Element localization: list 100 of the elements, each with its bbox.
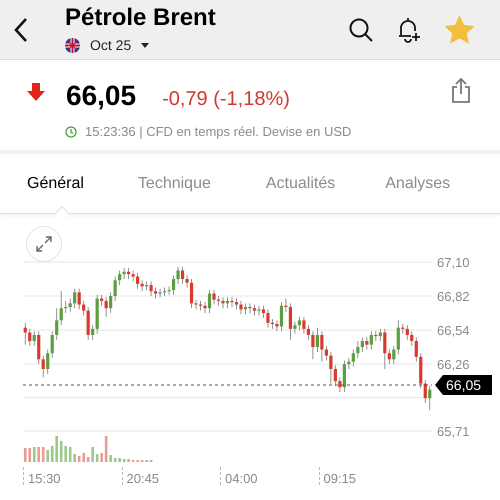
candlestick [78,288,81,310]
candlestick [136,272,140,290]
candlestick [172,274,176,296]
candlestick [42,355,45,378]
expand-icon [35,235,53,253]
candlestick [329,352,332,384]
time-axis-label: 20:45 [126,472,160,485]
candlestick [410,330,414,346]
share-icon[interactable] [450,78,472,104]
contract-selector[interactable]: Oct 25 [65,34,216,56]
candlestick [162,287,166,296]
candlestick [352,349,355,367]
price-axis-label: 67,10 [437,255,470,270]
candlestick [82,300,86,316]
candlestick [324,345,328,361]
candlestick [396,320,400,355]
candlestick [316,327,319,352]
candlestick [334,364,337,386]
candlestick [347,358,350,370]
clock-icon [65,126,77,138]
candlestick [401,324,404,334]
search-icon[interactable] [348,16,374,42]
candlestick [414,336,418,362]
candlestick [342,360,346,392]
candlestick [176,266,180,284]
candlestick [320,330,324,362]
candlestick [216,296,220,306]
candlestick [244,302,248,315]
candlestick [306,324,310,340]
candlestick [252,304,256,316]
candlestick [275,320,279,332]
candlestick [280,302,284,332]
candlestick [190,278,194,309]
candlestick [311,330,314,360]
candlestick [50,330,54,358]
instrument-title: Pétrole Brent [65,4,216,32]
candlestick [266,309,270,328]
time-axis-label: 15:30 [28,472,61,485]
candlestick [378,328,382,342]
candlestick [154,287,158,299]
bell-plus-icon[interactable] [396,16,423,43]
candlestick [424,380,427,404]
tab[interactable]: Analyses [385,174,450,194]
candlestick [234,298,238,310]
time-axis-label: 09:15 [324,472,356,485]
candlestick [180,266,184,284]
candlestick [100,294,104,306]
candlestick [73,288,76,309]
candlestick [388,349,391,365]
candlestick [392,345,396,365]
candlestick [127,268,130,280]
current-price-tag: 66,05 [435,375,492,395]
candlestick [212,290,216,305]
star-icon[interactable] [445,16,474,44]
tab[interactable]: Actualités [266,174,336,194]
price-axis-label: 66,54 [437,323,470,338]
price-axis-label: 66,82 [437,289,470,304]
candlestick [428,386,432,411]
candlestick [406,324,409,340]
price-axis-label: 65,71 [437,424,470,439]
time-axis-label: 04:00 [225,472,258,485]
candlestick [145,281,148,290]
caret-icon [141,42,150,48]
candlestick [221,296,225,309]
candlestick [109,292,112,314]
candlestick [28,328,32,346]
candlestick [383,328,386,370]
candlestick [46,349,50,374]
tab[interactable]: Technique [138,174,211,194]
candlestick [122,268,126,280]
candlestick [104,296,108,318]
candlestick [55,308,58,340]
candlestick [226,296,230,309]
price-axis-label: 66,26 [437,357,470,372]
tab[interactable]: Général [27,174,84,194]
candlestick [293,321,297,334]
candlestick [132,270,135,282]
candlestick [68,298,72,312]
candlestick [356,340,360,358]
candlestick [370,330,373,350]
candlestick [114,276,117,302]
candlestick [32,330,36,346]
candlestick [360,336,364,352]
candlestick [24,322,27,346]
price-value: 66,05 [66,80,136,112]
price-change: -0,79 (-1,18%) [162,87,290,112]
candlestick [118,270,122,286]
candlestick [149,281,153,296]
flag-icon [65,38,80,52]
quote-time-note: 15:23:36 | CFD en temps réel. Devise en USD [85,123,352,141]
expand-button[interactable] [26,226,62,262]
candlestick [338,377,342,392]
candlestick [365,336,368,350]
candlestick [208,290,212,314]
candlestick [91,324,94,340]
candlestick [302,316,306,334]
candlestick [288,302,292,340]
candlestick [198,300,202,312]
candlestick [140,280,144,292]
candlestick [239,300,243,315]
